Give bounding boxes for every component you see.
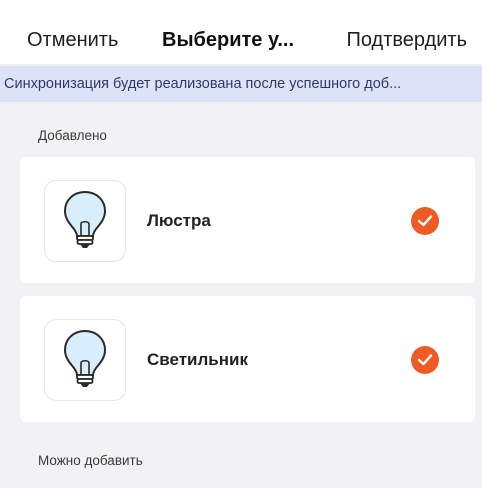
device-icon-box bbox=[44, 319, 126, 401]
device-icon-box bbox=[44, 180, 126, 262]
cancel-button[interactable]: Отменить bbox=[27, 27, 118, 53]
navigation-bar: Отменить Выберите у... Подтвердить bbox=[0, 0, 482, 64]
sync-info-text: Синхронизация будет реализована после ус… bbox=[4, 76, 402, 92]
confirm-button[interactable]: Подтвердить bbox=[347, 27, 468, 53]
checkmark-icon[interactable] bbox=[411, 346, 439, 374]
sync-info-banner: Синхронизация будет реализована после ус… bbox=[0, 66, 482, 102]
light-bulb-icon bbox=[63, 190, 107, 248]
page-title: Выберите у... bbox=[162, 29, 295, 51]
device-card-svetilnik[interactable]: Светильник bbox=[20, 296, 475, 422]
device-name: Люстра bbox=[147, 211, 211, 230]
light-bulb-icon bbox=[63, 329, 107, 387]
section-label-can-add: Можно добавить bbox=[38, 453, 143, 468]
section-label-added: Добавлено bbox=[38, 128, 107, 143]
checkmark-icon[interactable] bbox=[411, 207, 439, 235]
device-name: Светильник bbox=[147, 350, 248, 369]
device-card-lustra[interactable]: Люстра bbox=[20, 157, 475, 283]
